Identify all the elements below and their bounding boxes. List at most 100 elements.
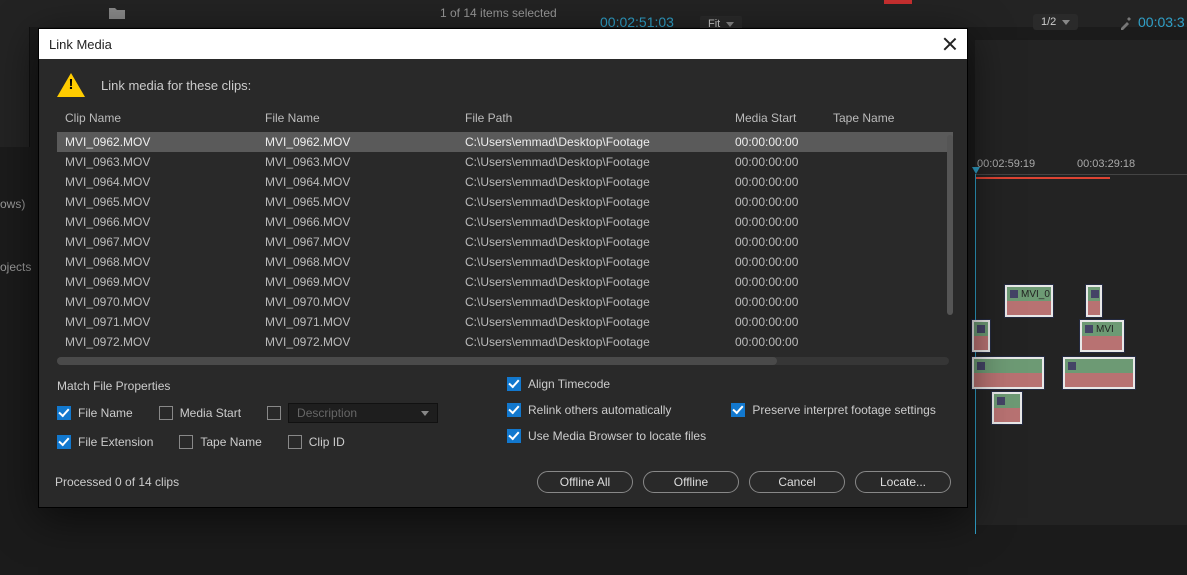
- timeline-clip[interactable]: MVI_0: [1005, 285, 1053, 317]
- clip-body: [1082, 336, 1122, 350]
- check-label: Clip ID: [309, 435, 345, 449]
- cell-tape: [825, 232, 953, 252]
- close-icon[interactable]: [943, 37, 957, 51]
- table-row[interactable]: MVI_0962.MOVMVI_0962.MOVC:\Users\emmad\D…: [57, 132, 953, 153]
- chevron-down-icon: [1062, 20, 1070, 25]
- ruler-baseline: [975, 174, 1187, 175]
- check-file-name[interactable]: File Name: [57, 406, 133, 420]
- table-header-row[interactable]: Clip Name File Name File Path Media Star…: [57, 105, 953, 132]
- cell-path: C:\Users\emmad\Desktop\Footage: [457, 332, 727, 352]
- cell-clip: MVI_0970.MOV: [57, 292, 257, 312]
- table-row[interactable]: MVI_0967.MOVMVI_0967.MOVC:\Users\emmad\D…: [57, 232, 953, 252]
- resolution-label: 1/2: [1041, 16, 1056, 28]
- col-tape-name[interactable]: Tape Name: [825, 105, 953, 132]
- clip-body: [974, 336, 988, 350]
- ruler-tick-label: 00:02:59:19: [977, 158, 1035, 170]
- resolution-dropdown[interactable]: 1/2: [1033, 14, 1078, 30]
- table-row[interactable]: MVI_0969.MOVMVI_0969.MOVC:\Users\emmad\D…: [57, 272, 953, 292]
- cell-tape: [825, 272, 953, 292]
- cell-file: MVI_0964.MOV: [257, 172, 457, 192]
- items-selected-label: 1 of 14 items selected: [440, 6, 557, 20]
- table-row[interactable]: MVI_0970.MOVMVI_0970.MOVC:\Users\emmad\D…: [57, 292, 953, 312]
- timeline-clip[interactable]: [1086, 285, 1102, 317]
- table-row[interactable]: MVI_0966.MOVMVI_0966.MOVC:\Users\emmad\D…: [57, 212, 953, 232]
- check-relink-others[interactable]: Relink others automatically: [507, 403, 671, 417]
- checkbox-icon: [507, 429, 521, 443]
- sequence-duration: 00:03:3: [1138, 14, 1185, 30]
- clip-body: [974, 373, 1042, 387]
- ruler-tick-label: 00:03:29:18: [1077, 158, 1135, 170]
- cell-start: 00:00:00:00: [727, 272, 825, 292]
- checkbox-icon: [288, 435, 302, 449]
- cell-file: MVI_0972.MOV: [257, 332, 457, 352]
- cell-clip: MVI_0962.MOV: [57, 132, 257, 153]
- warning-icon: [57, 73, 85, 97]
- check-use-media-browser[interactable]: Use Media Browser to locate files: [507, 429, 936, 443]
- timeline-clip[interactable]: [972, 357, 1044, 389]
- cell-file: MVI_0969.MOV: [257, 272, 457, 292]
- clip-body: [1065, 373, 1133, 387]
- table-row[interactable]: MVI_0965.MOVMVI_0965.MOVC:\Users\emmad\D…: [57, 192, 953, 212]
- settings-wrench-icon[interactable]: [1118, 15, 1134, 34]
- table-row[interactable]: MVI_0963.MOVMVI_0963.MOVC:\Users\emmad\D…: [57, 152, 953, 172]
- clip-label: [974, 359, 1042, 373]
- clip-table-wrap: Clip Name File Name File Path Media Star…: [57, 105, 953, 353]
- locate-button[interactable]: Locate...: [855, 471, 951, 493]
- checkbox-icon: [179, 435, 193, 449]
- cell-clip: MVI_0964.MOV: [57, 172, 257, 192]
- offline-button[interactable]: Offline: [643, 471, 739, 493]
- cell-path: C:\Users\emmad\Desktop\Footage: [457, 312, 727, 332]
- dialog-titlebar[interactable]: Link Media: [39, 29, 967, 59]
- cell-start: 00:00:00:00: [727, 252, 825, 272]
- col-file-name[interactable]: File Name: [257, 105, 457, 132]
- col-clip-name[interactable]: Clip Name: [57, 105, 257, 132]
- col-file-path[interactable]: File Path: [457, 105, 727, 132]
- link-media-dialog: Link Media Link media for these clips: C…: [38, 28, 968, 508]
- cell-file: MVI_0962.MOV: [257, 132, 457, 153]
- check-tape-name[interactable]: Tape Name: [179, 435, 261, 449]
- cell-tape: [825, 312, 953, 332]
- timeline-clip[interactable]: M: [972, 320, 990, 352]
- truncated-text: ojects: [0, 260, 31, 274]
- left-panel-edge: [0, 27, 30, 147]
- scrollbar-thumb[interactable]: [947, 135, 953, 315]
- check-clip-id[interactable]: Clip ID: [288, 435, 345, 449]
- table-scrollbar-vertical[interactable]: [947, 135, 953, 343]
- cell-start: 00:00:00:00: [727, 212, 825, 232]
- timeline-panel[interactable]: 00:02:59:19 00:03:29:18: [975, 40, 1187, 525]
- dialog-options: Match File Properties File Name Media St…: [39, 365, 967, 465]
- timeline-clip[interactable]: MVI: [1080, 320, 1124, 352]
- table-row[interactable]: MVI_0971.MOVMVI_0971.MOVC:\Users\emmad\D…: [57, 312, 953, 332]
- clip-body: [994, 408, 1020, 422]
- timeline-clip[interactable]: [1063, 357, 1135, 389]
- check-preserve-interpret[interactable]: Preserve interpret footage settings: [731, 403, 935, 417]
- timeline-playhead[interactable]: [975, 174, 976, 534]
- description-dropdown[interactable]: Description: [288, 403, 438, 423]
- cell-file: MVI_0968.MOV: [257, 252, 457, 272]
- timeline-clip[interactable]: [992, 392, 1022, 424]
- offline-all-button[interactable]: Offline All: [537, 471, 633, 493]
- cell-start: 00:00:00:00: [727, 332, 825, 352]
- check-media-start[interactable]: Media Start: [159, 406, 241, 420]
- table-row[interactable]: MVI_0964.MOVMVI_0964.MOVC:\Users\emmad\D…: [57, 172, 953, 192]
- cell-start: 00:00:00:00: [727, 292, 825, 312]
- table-row[interactable]: MVI_0972.MOVMVI_0972.MOVC:\Users\emmad\D…: [57, 332, 953, 352]
- table-scrollbar-horizontal[interactable]: [57, 357, 949, 365]
- clip-label: MVI_0: [1007, 287, 1051, 301]
- check-file-extension[interactable]: File Extension: [57, 435, 153, 449]
- table-row[interactable]: MVI_0968.MOVMVI_0968.MOVC:\Users\emmad\D…: [57, 252, 953, 272]
- clip-table[interactable]: Clip Name File Name File Path Media Star…: [57, 105, 953, 352]
- processed-status: Processed 0 of 14 clips: [55, 475, 179, 489]
- cell-tape: [825, 152, 953, 172]
- check-description[interactable]: Description: [267, 403, 438, 423]
- cell-clip: MVI_0972.MOV: [57, 332, 257, 352]
- timeline-ruler[interactable]: 00:02:59:19 00:03:29:18: [975, 158, 1187, 180]
- cancel-button[interactable]: Cancel: [749, 471, 845, 493]
- dialog-buttons: Offline All Offline Cancel Locate...: [537, 471, 951, 493]
- check-label: File Name: [78, 406, 133, 420]
- col-media-start[interactable]: Media Start: [727, 105, 825, 132]
- check-align-timecode[interactable]: Align Timecode: [507, 377, 936, 391]
- cell-path: C:\Users\emmad\Desktop\Footage: [457, 212, 727, 232]
- cell-file: MVI_0967.MOV: [257, 232, 457, 252]
- cell-path: C:\Users\emmad\Desktop\Footage: [457, 192, 727, 212]
